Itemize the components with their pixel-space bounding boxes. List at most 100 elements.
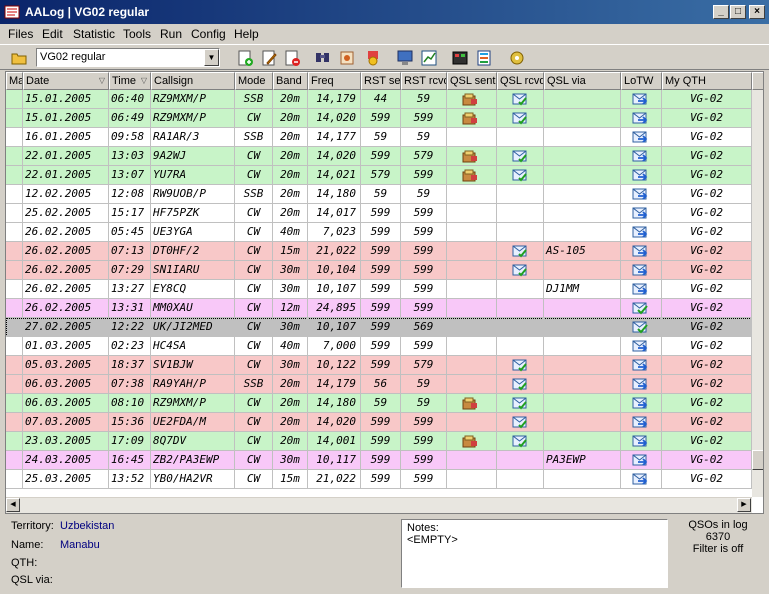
- filter-icon[interactable]: ▽: [99, 76, 105, 85]
- cell-qr: [497, 299, 544, 318]
- cell-qs: [447, 451, 497, 470]
- scroll-left-icon[interactable]: ◀: [6, 498, 20, 512]
- table-row[interactable]: 06.03.2005 08:10 RZ9MXM/P CW 20m 14,180 59 59 VG…: [6, 394, 752, 413]
- vertical-scrollbar[interactable]: [752, 90, 763, 497]
- gear-icon[interactable]: [508, 49, 526, 67]
- dx-cluster-icon[interactable]: [451, 49, 469, 67]
- menu-help[interactable]: Help: [234, 27, 259, 41]
- table-row[interactable]: 27.02.2005 12:22 UK/JI2MED CW 30m 10,107 599 56…: [6, 318, 752, 337]
- table-row[interactable]: 26.02.2005 07:13 DT0HF/2 CW 15m 21,022 599 599 A…: [6, 242, 752, 261]
- cell-lotw: [621, 204, 662, 223]
- cell-qth: VG-02: [662, 375, 752, 394]
- table-row[interactable]: 05.03.2005 18:37 SV1BJW CW 30m 10,122 599 579 VG…: [6, 356, 752, 375]
- chart-icon[interactable]: [420, 49, 438, 67]
- table-row[interactable]: 01.03.2005 02:23 HC4SA CW 40m 7,000 599 599 VG-0…: [6, 337, 752, 356]
- cell-band: 30m: [273, 318, 308, 337]
- menu-statistic[interactable]: Statistic: [73, 27, 115, 41]
- column-header-date[interactable]: Date ▽: [23, 72, 109, 90]
- qsl-sent-icon: [462, 112, 478, 125]
- qso-table[interactable]: MaDate▽Time▽CallsignModeBandFreqRST senR…: [5, 71, 764, 514]
- table-row[interactable]: 15.01.2005 06:40 RZ9MXM/P SSB 20m 14,179 44 59 V…: [6, 90, 752, 109]
- cell-via: [544, 185, 621, 204]
- cell-rsts: 59: [361, 185, 401, 204]
- cell-band: 20m: [273, 90, 308, 109]
- table-row[interactable]: 15.01.2005 06:49 RZ9MXM/P CW 20m 14,020 599 599…: [6, 109, 752, 128]
- cell-call: RW9UOB/P: [151, 185, 235, 204]
- filter-icon[interactable]: ▽: [141, 76, 147, 85]
- table-row[interactable]: 26.02.2005 07:29 SN1IARU CW 30m 10,104 599 599 V…: [6, 261, 752, 280]
- minimize-button[interactable]: _: [713, 5, 729, 19]
- column-header-mode[interactable]: Mode: [235, 72, 273, 90]
- menu-run[interactable]: Run: [160, 27, 182, 41]
- column-header-rstr[interactable]: RST rcvd: [401, 72, 447, 90]
- cell-time: 08:10: [109, 394, 151, 413]
- open-folder-icon[interactable]: [10, 49, 28, 67]
- cell-qth: VG-02: [662, 242, 752, 261]
- table-row[interactable]: 12.02.2005 12:08 RW9UOB/P SSB 20m 14,180 59 59 V…: [6, 185, 752, 204]
- cell-rstr: 599: [401, 204, 447, 223]
- edit-qso-icon[interactable]: [260, 49, 278, 67]
- scroll-right-icon[interactable]: ▶: [737, 498, 751, 512]
- table-row[interactable]: 26.02.2005 05:45 UE3YGA CW 40m 7,023 599 599 VG-…: [6, 223, 752, 242]
- add-qso-icon[interactable]: [236, 49, 254, 67]
- cell-mode: CW: [235, 242, 273, 261]
- table-row[interactable]: 25.02.2005 15:17 HF75PZK CW 20m 14,017 599 599 V…: [6, 204, 752, 223]
- table-row[interactable]: 25.03.2005 13:52 YB0/HA2VR CW 15m 21,022 599 59…: [6, 470, 752, 489]
- table-row[interactable]: 22.01.2005 13:07 YU7RA CW 20m 14,021 579 599 VG-…: [6, 166, 752, 185]
- column-header-rsts[interactable]: RST sen: [361, 72, 401, 90]
- delete-qso-icon[interactable]: [283, 49, 301, 67]
- cell-mode: CW: [235, 432, 273, 451]
- cell-via: [544, 204, 621, 223]
- computer-icon[interactable]: [396, 49, 414, 67]
- cell-freq: 10,117: [308, 451, 361, 470]
- cell-qr: [497, 242, 544, 261]
- horizontal-scrollbar[interactable]: ◀ ▶: [6, 497, 752, 513]
- menu-edit[interactable]: Edit: [42, 27, 63, 41]
- column-header-time[interactable]: Time ▽: [109, 72, 151, 90]
- table-row[interactable]: 26.02.2005 13:31 MM0XAU CW 12m 24,895 599 599 VG…: [6, 299, 752, 318]
- search-icon[interactable]: [314, 49, 332, 67]
- column-header-qth[interactable]: My QTH: [662, 72, 752, 90]
- table-row[interactable]: 06.03.2005 07:38 RA9YAH/P SSB 20m 14,179 56 59 V…: [6, 375, 752, 394]
- cell-qth: VG-02: [662, 470, 752, 489]
- table-row[interactable]: 26.02.2005 13:27 EY8CQ CW 30m 10,107 599 599 DJ1…: [6, 280, 752, 299]
- print-label-icon[interactable]: [338, 49, 356, 67]
- log-selector[interactable]: VG02 regular ▼: [36, 48, 220, 67]
- column-header-qr[interactable]: QSL rcvd: [497, 72, 544, 90]
- cell-qr: [497, 261, 544, 280]
- column-header-via[interactable]: QSL via: [544, 72, 621, 90]
- name-value: Manabu: [60, 539, 100, 551]
- app-icon[interactable]: [4, 4, 20, 20]
- cell-via: AS-105: [544, 242, 621, 261]
- table-row[interactable]: 23.03.2005 17:09 8Q7DV CW 20m 14,001 599 599 VG-…: [6, 432, 752, 451]
- award-icon[interactable]: [364, 49, 382, 67]
- scroll-thumb[interactable]: [752, 450, 763, 470]
- column-header-band[interactable]: Band: [273, 72, 308, 90]
- cell-date: 25.03.2005: [23, 470, 109, 489]
- notes-box[interactable]: Notes: <EMPTY>: [401, 519, 668, 588]
- title-bar[interactable]: AALog | VG02 regular _ □ ×: [0, 0, 769, 24]
- cell-lotw: [621, 109, 662, 128]
- column-header-ma[interactable]: Ma: [6, 72, 23, 90]
- column-header-lotw[interactable]: LoTW: [621, 72, 662, 90]
- window-title: AALog | VG02 regular: [25, 5, 150, 19]
- cell-via: [544, 147, 621, 166]
- table-row[interactable]: 07.03.2005 15:36 UE2FDA/M CW 20m 14,020 599 599…: [6, 413, 752, 432]
- menu-tools[interactable]: Tools: [123, 27, 151, 41]
- menu-files[interactable]: Files: [8, 27, 33, 41]
- column-header-call[interactable]: Callsign: [151, 72, 235, 90]
- cell-rsts: 599: [361, 147, 401, 166]
- chevron-down-icon[interactable]: ▼: [204, 49, 219, 66]
- band-map-icon[interactable]: [475, 49, 493, 67]
- column-header-freq[interactable]: Freq: [308, 72, 361, 90]
- maximize-button[interactable]: □: [730, 5, 746, 19]
- cell-time: 07:13: [109, 242, 151, 261]
- column-header-qs[interactable]: QSL sent: [447, 72, 497, 90]
- lotw-send-icon: [632, 397, 648, 410]
- table-row[interactable]: 16.01.2005 09:58 RA1AR/3 SSB 20m 14,177 59 59 VG…: [6, 128, 752, 147]
- table-row[interactable]: 24.03.2005 16:45 ZB2/PA3EWP CW 30m 10,117 599 5…: [6, 451, 752, 470]
- table-row[interactable]: 22.01.2005 13:03 9A2WJ CW 20m 14,020 599 579 VG-…: [6, 147, 752, 166]
- cell-qr: [497, 337, 544, 356]
- close-button[interactable]: ×: [749, 5, 765, 19]
- menu-config[interactable]: Config: [191, 27, 226, 41]
